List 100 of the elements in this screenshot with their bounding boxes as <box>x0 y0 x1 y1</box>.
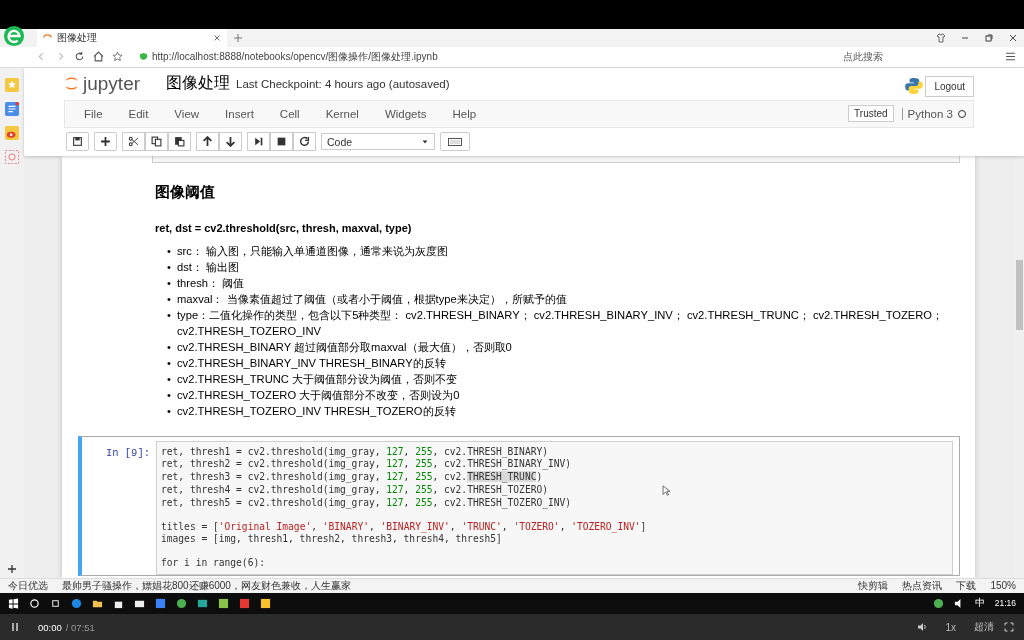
bullet: • <box>167 371 172 387</box>
checkpoint-status: Last Checkpoint: 4 hours ago (autosaved) <box>236 77 450 90</box>
refresh-icon[interactable] <box>74 51 85 63</box>
kernel-status-icon <box>957 108 967 119</box>
menu-item[interactable]: Kernel <box>312 107 372 120</box>
input-method-indicator[interactable]: 中 <box>974 596 985 611</box>
save-icon <box>72 136 83 148</box>
bullet: • <box>167 275 172 291</box>
trusted-button[interactable]: Trusted <box>848 105 894 123</box>
bullet: • <box>167 243 172 259</box>
status-text[interactable]: 快剪辑 <box>858 578 889 593</box>
shield-icon <box>139 52 148 62</box>
plus-icon <box>100 136 111 148</box>
function-signature: ret, dst = cv2.threshold(src, thresh, maxval, type) <box>155 221 413 234</box>
bullet: • <box>167 387 172 403</box>
close-icon[interactable] <box>213 34 221 43</box>
list-item-text: thresh： 阈值 <box>177 275 245 291</box>
search-icon[interactable] <box>29 597 40 609</box>
copy-button[interactable] <box>145 132 168 152</box>
pause-icon[interactable] <box>10 622 20 632</box>
cut-button[interactable] <box>122 132 145 152</box>
stop-button[interactable] <box>270 132 293 152</box>
list-item-text: cv2.THRESH_TOZERO_INV THRESH_TOZERO的反转 <box>177 403 456 419</box>
quality-button[interactable]: 超清 <box>974 620 994 634</box>
paste-button[interactable] <box>168 132 191 152</box>
eye-icon[interactable] <box>5 125 19 140</box>
notebook-title[interactable]: 图像处理 <box>166 73 231 95</box>
app-icon[interactable] <box>260 597 271 609</box>
arrow-down-icon <box>225 136 236 148</box>
run-icon <box>253 136 264 148</box>
status-text[interactable]: 今日优选 <box>8 578 48 593</box>
bullet: • <box>167 307 172 323</box>
menu-icon[interactable] <box>1005 51 1016 63</box>
list-item-text: cv2.THRESH_BINARY_INV THRESH_BINARY的反转 <box>177 355 446 371</box>
restart-icon <box>299 136 310 148</box>
scissors-icon <box>128 136 139 148</box>
add-icon[interactable] <box>7 563 17 574</box>
list-item-text: cv2.THRESH_TOZERO 大于阈值部分不改变，否则设为0 <box>177 387 460 403</box>
bullet: • <box>167 259 172 275</box>
kernel-name[interactable]: Python 3 <box>901 107 953 120</box>
python-logo-icon <box>905 77 924 94</box>
home-icon[interactable] <box>93 51 104 63</box>
status-text[interactable]: 下载 <box>956 578 977 593</box>
stop-icon <box>276 136 287 148</box>
bullet: • <box>167 291 172 307</box>
menu-item[interactable]: Help <box>439 107 490 120</box>
app-icon[interactable] <box>218 597 229 609</box>
insert-cell-button[interactable] <box>94 132 117 152</box>
keyboard-button[interactable] <box>440 132 470 152</box>
status-text[interactable]: 150% <box>990 580 1016 592</box>
jupyter-logo-icon[interactable] <box>64 75 79 93</box>
app-icon[interactable] <box>197 597 208 609</box>
app-icon[interactable] <box>155 597 166 609</box>
run-button[interactable] <box>247 132 270 152</box>
code-editor[interactable]: ret, thresh1 = cv2.threshold(img_gray, 127, 255, cv2.THRESH_BINARY) ret, thresh2 = cv2.threshold(img_gray, 127, 255, cv2.THRESH_BINARY_INV) ret, thresh3 = cv2.threshold(img_gray, 127, 255, cv2.THRESH_TRUNC) ret, thresh4 = cv2.threshold(img_gray, 127, 255, cv2.THRESH_TOZERO) ret, thresh5 = cv2.threshold(img_gray, 127, 255, cv2.THRESH_TOZERO_INV) titles = ['Original Image', 'BINARY', 'BINARY_INV', 'TRUNC', 'TOZERO', 'TOZERO_INV'] images = [img, thresh1, thresh2, thresh3, thresh4, thresh5] for i in range(6): <box>156 440 953 575</box>
caret-icon <box>421 137 429 146</box>
restore-icon[interactable] <box>984 33 994 44</box>
clock[interactable]: 21:16 <box>994 598 1016 609</box>
move-down-button[interactable] <box>219 132 242 152</box>
bullet: • <box>167 339 172 355</box>
shirt-icon[interactable] <box>936 33 946 44</box>
menu-item[interactable]: Edit <box>115 107 162 120</box>
menu-item[interactable]: Widgets <box>371 107 440 120</box>
logout-button[interactable]: Logout <box>925 76 974 98</box>
new-tab-icon[interactable] <box>233 33 243 44</box>
fullscreen-icon[interactable] <box>1004 622 1014 632</box>
app-icon[interactable] <box>176 597 187 609</box>
list-item-text: maxval： 当像素值超过了阈值（或者小于阈值，根据type来决定），所赋予的值 <box>177 291 567 307</box>
menu-item[interactable]: Cell <box>266 107 313 120</box>
paste-icon <box>174 136 185 148</box>
menu-item[interactable]: File <box>71 107 116 120</box>
save-button[interactable] <box>66 132 89 152</box>
windows-start-icon[interactable] <box>8 597 19 609</box>
bullet: • <box>167 403 172 419</box>
address-field[interactable]: http://localhost:8888/notebooks/opencv/图像操作/图像处理.ipynb <box>139 48 831 65</box>
news-icon[interactable] <box>5 101 19 116</box>
menu-item[interactable]: View <box>161 107 213 120</box>
copy-icon <box>151 136 162 148</box>
speed-button[interactable]: 1x <box>945 621 956 633</box>
status-text[interactable]: 热点资讯 <box>902 578 943 593</box>
volume-icon[interactable] <box>917 622 928 632</box>
status-text[interactable]: 最帅男子骚操作，嫖娼花800还赚6000，网友财色兼收，人生赢家 <box>62 578 351 593</box>
close-icon[interactable] <box>1008 33 1018 44</box>
current-time: 00:00 <box>38 621 62 633</box>
scrollbar-thumb[interactable] <box>1016 259 1023 330</box>
browser-tab[interactable]: 图像处理 <box>37 29 227 48</box>
star-icon[interactable] <box>112 51 123 63</box>
move-up-button[interactable] <box>196 132 219 152</box>
restart-button[interactable] <box>293 132 316 152</box>
task-view-icon[interactable] <box>50 597 61 609</box>
browser-icon[interactable] <box>71 597 82 609</box>
arrow-up-icon <box>202 136 213 148</box>
tray-icon[interactable] <box>932 597 944 609</box>
list-item-text: src： 输入图，只能输入单通道图像，通常来说为灰度图 <box>177 243 449 259</box>
list-item-text: dst： 输出图 <box>177 259 240 275</box>
keyboard-icon <box>448 136 462 147</box>
menu-item[interactable]: Insert <box>212 107 267 120</box>
cell-type-dropdown[interactable]: Code <box>321 133 435 151</box>
section-heading: 图像阈值 <box>155 182 216 202</box>
browser-logo-icon[interactable] <box>3 25 25 48</box>
